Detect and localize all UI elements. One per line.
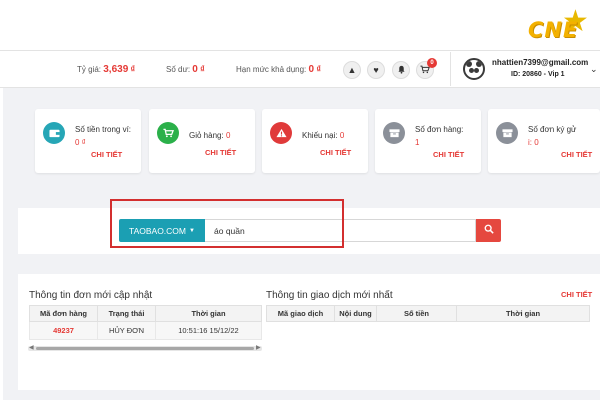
column-header: Trạng thái	[97, 305, 156, 322]
orders-scrollbar-thumb[interactable]	[36, 347, 254, 350]
column-header: Thời gian	[456, 305, 590, 322]
orders-detail-link[interactable]: CHI TIẾT	[433, 150, 464, 159]
header-divider	[450, 52, 451, 86]
balance-value: 0	[192, 64, 198, 75]
order-status: HỦY ĐƠN	[97, 321, 156, 340]
credit-limit-value: 0	[308, 64, 315, 75]
wallet-label-text: Số tiền trong ví:	[75, 125, 132, 134]
cart-detail-link[interactable]: CHI TIẾT	[205, 148, 236, 157]
credit-limit-label: Hạn mức khả dụng:	[236, 65, 307, 74]
orders-table-header: Mã đơn hàng Trạng thái Thời gian	[29, 305, 262, 322]
card-cart: Giỏ hàng: 0 CHI TIẾT	[149, 109, 255, 173]
currency-symbol: ₫	[130, 64, 136, 74]
logo-text: CNE	[528, 18, 579, 42]
table-row[interactable]: 49237 HỦY ĐƠN 10:51:16 15/12/22	[29, 321, 262, 340]
order-code-link[interactable]: 49237	[29, 321, 98, 340]
credit-limit: Hạn mức khả dụng: 0 ₫	[236, 64, 321, 75]
box-icon	[383, 122, 405, 144]
orders-label-text: Số đơn hàng:	[415, 125, 464, 134]
warning-button[interactable]: ▲	[343, 61, 361, 79]
column-header: Thời gian	[155, 305, 262, 322]
consignment-value: i: 0	[528, 138, 539, 147]
card-orders: Số đơn hàng: 1 CHI TIẾT	[375, 109, 481, 173]
exchange-rate: Tỷ giá: 3,639 ₫	[77, 64, 135, 75]
balance: Số dư: 0 ₫	[166, 64, 205, 75]
exchange-rate-value: 3,639	[103, 64, 129, 75]
box-icon	[496, 122, 518, 144]
site-logo[interactable]: ★ CNE	[520, 2, 600, 50]
orders-value: 1	[415, 138, 420, 147]
cart-count-badge: 0	[427, 58, 437, 68]
column-header: Mã đơn hàng	[29, 305, 98, 322]
transactions-table: Mã giao dịch Nội dung Số tiền Thời gian	[266, 305, 590, 322]
scroll-left-icon[interactable]: ◀	[29, 344, 34, 351]
bell-icon	[397, 65, 406, 76]
complaints-label-text: Khiếu nại:	[302, 131, 338, 140]
warning-icon: ▲	[347, 65, 357, 75]
currency-symbol: ₫	[316, 64, 321, 74]
wallet-value: 0 ₫	[75, 138, 86, 147]
orders-section-title: Thông tin đơn mới cập nhật	[29, 290, 153, 301]
card-wallet-label: Số tiền trong ví: 0 ₫	[75, 123, 137, 149]
column-header: Số tiền	[376, 305, 457, 322]
wallet-icon	[43, 122, 65, 144]
exchange-rate-label: Tỷ giá:	[77, 65, 102, 74]
cart-value: 0	[225, 131, 231, 140]
consignment-detail-link[interactable]: CHI TIẾT	[561, 150, 592, 159]
column-header: Nội dung	[334, 305, 377, 322]
heart-icon: ♥	[373, 65, 379, 75]
card-consignment: Số đơn ký gử i: 0 CHI TIẾT	[488, 109, 600, 173]
currency-symbol: ₫	[200, 64, 205, 74]
card-cart-label: Giỏ hàng: 0	[189, 129, 251, 142]
card-consignment-label: Số đơn ký gử i: 0	[528, 123, 590, 149]
logo-strip	[0, 0, 600, 50]
highlight-frame	[110, 199, 344, 248]
user-email[interactable]: nhattien7399@gmail.com	[492, 58, 588, 67]
cart-label-text: Giỏ hàng:	[189, 131, 224, 140]
card-wallet: Số tiền trong ví: 0 ₫ CHI TIẾT	[35, 109, 141, 173]
cart-icon	[157, 122, 179, 144]
order-time: 10:51:16 15/12/22	[155, 321, 262, 340]
complaints-value: 0	[339, 131, 345, 140]
balance-label: Số dư:	[166, 65, 191, 74]
transactions-table-header: Mã giao dịch Nội dung Số tiền Thời gian	[266, 305, 590, 322]
scroll-right-icon[interactable]: ▶	[256, 344, 261, 351]
left-edge	[0, 88, 3, 400]
transactions-section-title: Thông tin giao dịch mới nhất	[266, 290, 393, 301]
notifications-button[interactable]	[392, 61, 410, 79]
avatar[interactable]	[463, 58, 485, 80]
wallet-detail-link[interactable]: CHI TIẾT	[91, 150, 122, 159]
card-complaints: Khiếu nại: 0 CHI TIẾT	[262, 109, 368, 173]
transactions-detail-link[interactable]: CHI TIẾT	[561, 290, 592, 299]
warning-icon	[270, 122, 292, 144]
column-header: Mã giao dịch	[266, 305, 335, 322]
favorites-button[interactable]: ♥	[367, 61, 385, 79]
complaints-detail-link[interactable]: CHI TIẾT	[320, 148, 351, 157]
user-id: ID: 20860 - Vip 1	[511, 71, 565, 78]
consignment-label-text: Số đơn ký gử	[528, 125, 577, 134]
search-icon	[484, 224, 494, 237]
search-button[interactable]	[476, 219, 501, 242]
chevron-down-icon[interactable]: ⌄	[590, 64, 598, 75]
orders-table: Mã đơn hàng Trạng thái Thời gian 49237 H…	[29, 305, 262, 340]
card-orders-label: Số đơn hàng: 1	[415, 123, 477, 149]
card-complaints-label: Khiếu nại: 0	[302, 129, 364, 142]
